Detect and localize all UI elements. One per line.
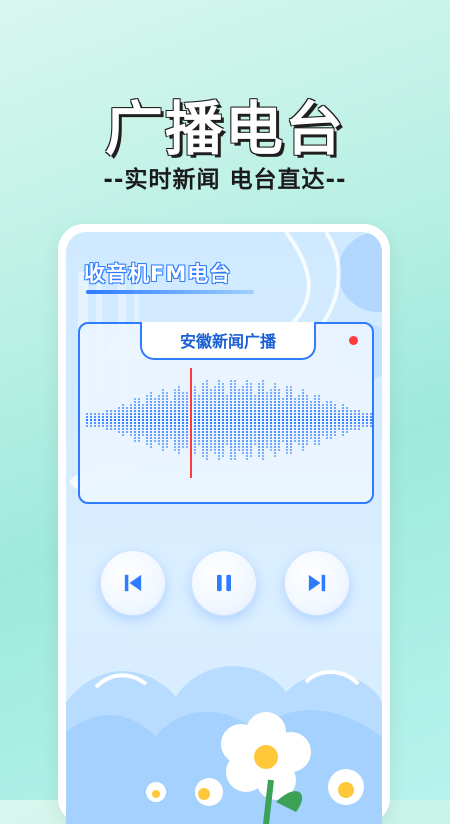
- skip-next-icon: [308, 574, 326, 592]
- bottom-nav-hint: [66, 810, 382, 824]
- previous-button[interactable]: [100, 550, 166, 616]
- audio-waveform: [86, 380, 372, 460]
- pause-icon: [217, 574, 231, 592]
- background-illustration: [66, 232, 382, 824]
- player-card: 安徽新闻广播: [78, 322, 374, 504]
- hero-title: 广播电台: [104, 95, 345, 163]
- player-controls: [66, 550, 382, 620]
- station-name: 安徽新闻广播: [140, 322, 316, 360]
- app-title: 收音机FM电台: [84, 262, 232, 286]
- app-title-underline: [86, 290, 254, 294]
- next-button[interactable]: [284, 550, 350, 616]
- hero-subtitle: --实时新闻 电台直达--: [103, 167, 347, 193]
- playhead[interactable]: [190, 368, 192, 478]
- skip-previous-icon: [124, 574, 142, 592]
- pause-button[interactable]: [191, 550, 257, 616]
- phone-mockup: 收音机FM电台 安徽新闻广播: [58, 224, 390, 824]
- recording-indicator: [349, 336, 358, 345]
- app-screen: 收音机FM电台 安徽新闻广播: [66, 232, 382, 824]
